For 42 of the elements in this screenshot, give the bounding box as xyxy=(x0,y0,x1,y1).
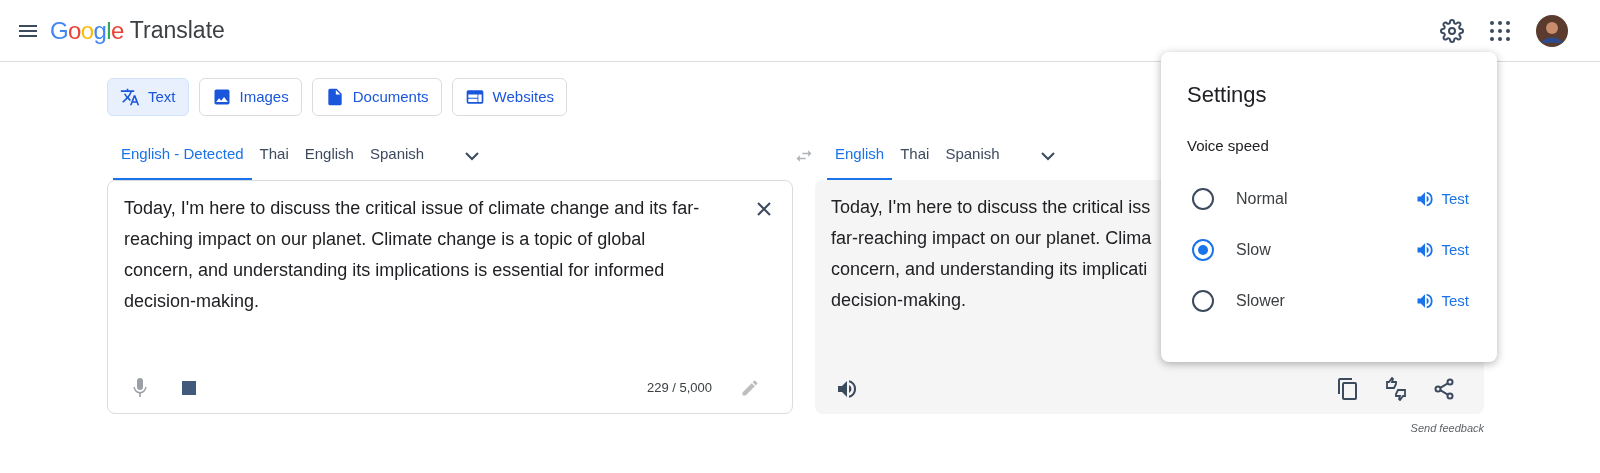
speaker-icon xyxy=(835,377,859,401)
speaker-icon xyxy=(1415,189,1436,209)
speaker-icon xyxy=(1415,240,1436,260)
translate-icon xyxy=(120,87,140,107)
apps-grid-icon[interactable] xyxy=(1488,18,1512,43)
mode-button[interactable]: Images xyxy=(198,78,302,116)
language-tab[interactable]: English - Detected xyxy=(113,130,252,180)
mode-button[interactable]: Websites xyxy=(451,78,567,116)
thumbs-up-down-icon[interactable] xyxy=(1384,377,1408,401)
language-tab[interactable]: Spanish xyxy=(361,130,433,180)
browser-window-icon xyxy=(464,87,485,107)
share-icon[interactable] xyxy=(1432,377,1456,401)
test-button[interactable]: Test xyxy=(1415,289,1469,313)
settings-icon[interactable] xyxy=(1440,18,1464,43)
app-title: Translate xyxy=(129,16,225,46)
option-label: Slower xyxy=(1236,291,1285,311)
send-feedback-link[interactable]: Send feedback xyxy=(1410,420,1484,437)
test-button[interactable]: Test xyxy=(1415,187,1469,211)
popup-title: Settings xyxy=(1187,81,1268,109)
translation-text: Today, I'm here to discuss the critical iss xyxy=(831,196,1151,219)
copy-icon[interactable] xyxy=(1336,377,1360,401)
radio-button[interactable] xyxy=(1192,239,1214,261)
translation-text: decision-making. xyxy=(831,289,967,312)
google-logo[interactable]: Google xyxy=(50,12,124,49)
language-tab[interactable]: Spanish xyxy=(937,130,1008,180)
avatar[interactable] xyxy=(1536,14,1568,47)
translation-text: far-reaching impact on our planet. Clima xyxy=(831,227,1152,250)
section-label: Voice speed xyxy=(1187,136,1270,156)
language-tab[interactable]: Thai xyxy=(251,130,297,180)
mode-button[interactable]: Documents xyxy=(311,78,442,116)
language-tab[interactable]: Thai xyxy=(892,130,938,180)
option-label: Normal xyxy=(1236,189,1288,209)
speaker-icon xyxy=(1415,291,1436,311)
translation-text: concern, and understanding its implicati xyxy=(831,258,1148,281)
radio-button[interactable] xyxy=(1192,188,1214,210)
test-button[interactable]: Test xyxy=(1415,238,1469,262)
option-label: Slow xyxy=(1236,240,1271,260)
mode-button[interactable]: Text xyxy=(107,78,189,116)
character-count: 229 / 5,000 xyxy=(646,379,712,398)
radio-button[interactable] xyxy=(1192,290,1214,312)
source-text-input[interactable]: Today, I'm here to discuss the critical issue of climate change and its far-reaching impact on our planet. Climate change is a topic of global concern, and understanding its implications is essential for informed decision-making. xyxy=(124,193,752,317)
language-tab[interactable]: English xyxy=(296,130,362,180)
